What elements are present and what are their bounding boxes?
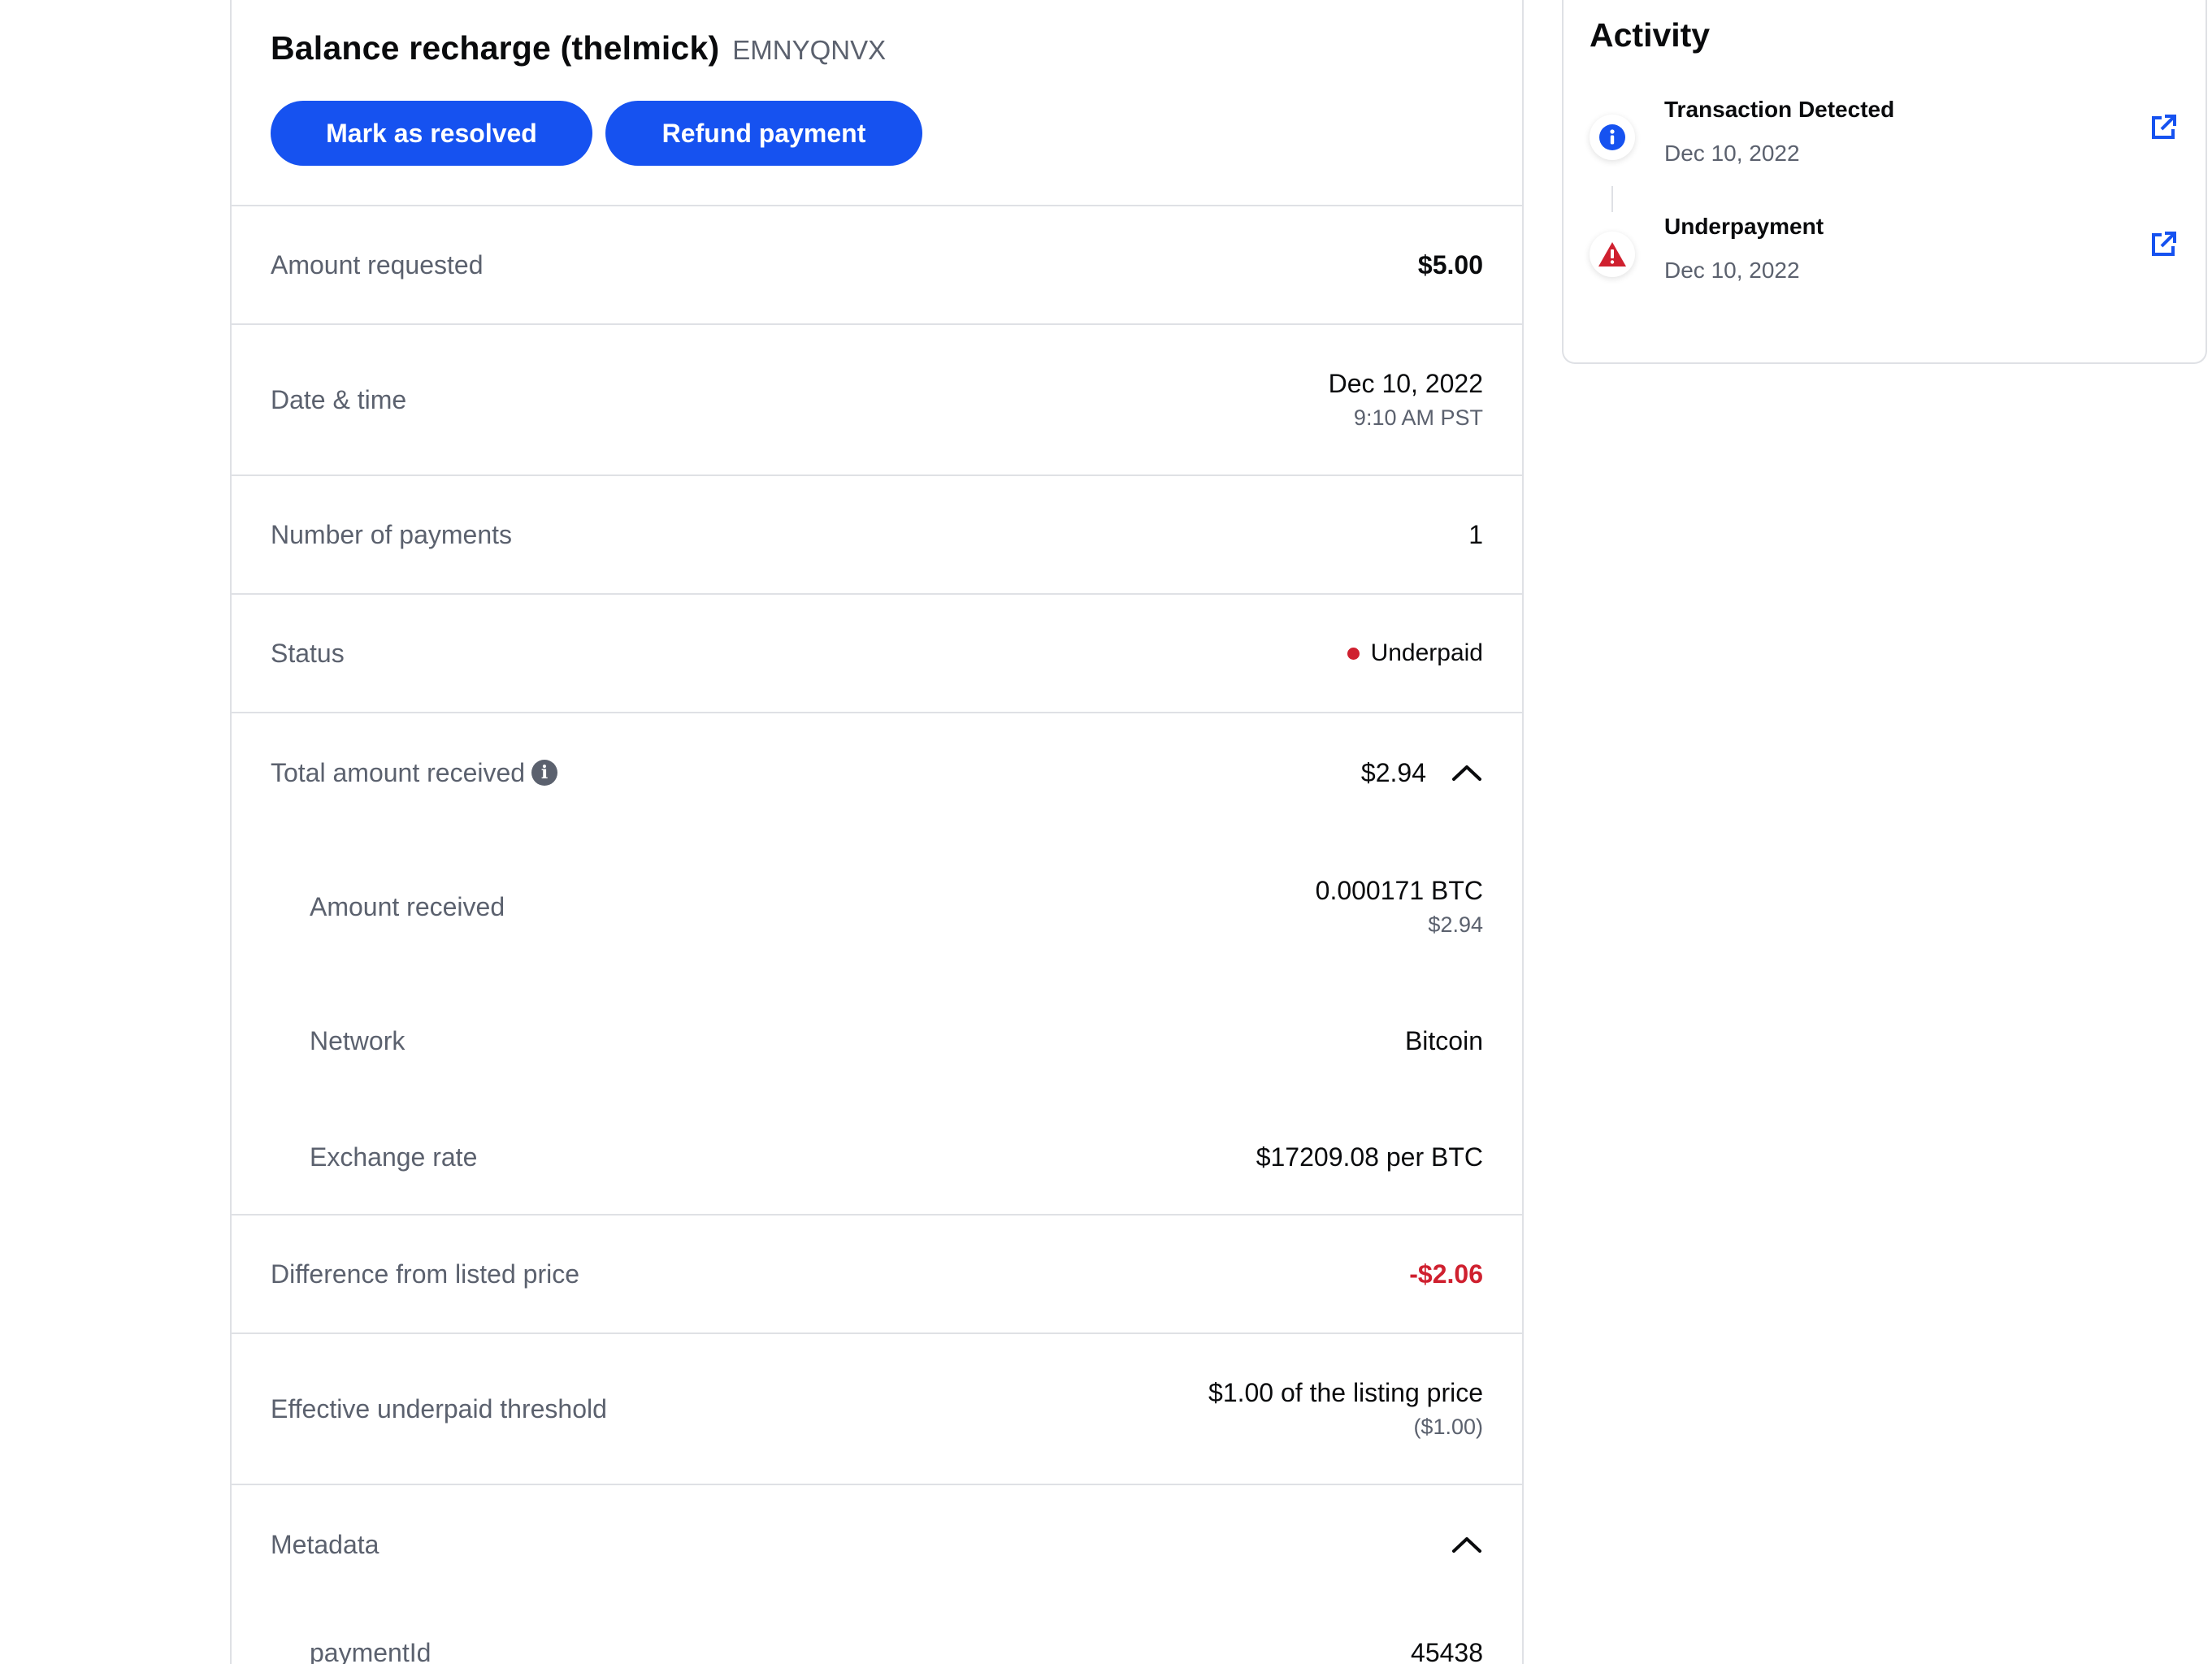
network-row: Network Bitcoin — [232, 982, 1522, 1100]
number-of-payments-value: 1 — [1468, 519, 1483, 549]
activity-name: Transaction Detected — [1664, 97, 1895, 122]
total-received-group: Total amount received i $2.94 Amount rec… — [232, 713, 1522, 1216]
threshold-label: Effective underpaid threshold — [271, 1393, 607, 1424]
title-row: Balance recharge (thelmick) EMNYQNVX — [271, 29, 1483, 75]
payment-details-panel: Balance recharge (thelmick) EMNYQNVX Mar… — [230, 0, 1524, 1664]
page-title: Balance recharge (thelmick) — [271, 29, 720, 67]
date-time-value: Dec 10, 2022 9:10 AM PST — [1329, 369, 1483, 431]
amount-received-value: 0.000171 BTC — [1315, 876, 1483, 905]
status-dot-icon — [1347, 647, 1360, 660]
status-label: Status — [271, 638, 345, 668]
threshold-value: $1.00 of the listing price — [1208, 1378, 1483, 1407]
amount-requested-row: Amount requested $5.00 — [232, 206, 1522, 325]
metadata-key: paymentId — [310, 1637, 432, 1664]
activity-item: Underpayment Dec 10, 2022 — [1590, 212, 2179, 329]
timeline-connector — [1611, 186, 1613, 212]
date-value: Dec 10, 2022 — [1328, 369, 1483, 398]
activity-date: Dec 10, 2022 — [1664, 141, 1800, 166]
amount-requested-label: Amount requested — [271, 249, 484, 280]
action-buttons: Mark as resolved Refund payment — [271, 101, 1483, 166]
status-badge: Underpaid — [1347, 639, 1483, 667]
activity-panel: Activity Transaction Detected Dec 10, 20… — [1562, 0, 2207, 364]
metadata-header[interactable]: Metadata — [232, 1485, 1522, 1604]
number-of-payments-row: Number of payments 1 — [232, 476, 1522, 595]
activity-text: Transaction Detected Dec 10, 2022 — [1664, 95, 2147, 167]
network-label: Network — [310, 1025, 406, 1055]
date-time-label: Date & time — [271, 384, 407, 414]
activity-date: Dec 10, 2022 — [1664, 258, 1800, 283]
external-link-icon[interactable] — [2147, 228, 2179, 261]
amount-received-label: Amount received — [310, 891, 505, 921]
metadata-value: 45438 — [1411, 1637, 1483, 1664]
difference-row: Difference from listed price -$2.06 — [232, 1216, 1522, 1334]
chevron-up-icon[interactable] — [1451, 1535, 1483, 1554]
difference-value: -$2.06 — [1409, 1259, 1483, 1289]
info-icon[interactable]: i — [531, 760, 558, 786]
metadata-label: Metadata — [271, 1529, 380, 1559]
refund-payment-button[interactable]: Refund payment — [605, 101, 922, 166]
warning-icon — [1590, 232, 1635, 277]
difference-label: Difference from listed price — [271, 1259, 579, 1289]
date-time-row: Date & time Dec 10, 2022 9:10 AM PST — [232, 325, 1522, 476]
amount-received-value-wrap: 0.000171 BTC $2.94 — [1316, 876, 1483, 938]
total-received-right: $2.94 — [1361, 758, 1483, 788]
activity-title: Activity — [1590, 16, 1711, 54]
activity-item: Transaction Detected Dec 10, 2022 — [1590, 95, 2179, 212]
amount-requested-value: $5.00 — [1417, 249, 1483, 280]
amount-received-row: Amount received 0.000171 BTC $2.94 — [232, 832, 1522, 982]
payment-code: EMNYQNVX — [732, 35, 887, 65]
page: Balance recharge (thelmick) EMNYQNVX Mar… — [0, 0, 2212, 1664]
metadata-row: paymentId 45438 — [232, 1604, 1522, 1664]
exchange-rate-row: Exchange rate $17209.08 per BTC — [232, 1100, 1522, 1214]
number-of-payments-label: Number of payments — [271, 519, 513, 549]
exchange-rate-value: $17209.08 per BTC — [1256, 1142, 1483, 1172]
activity-name: Underpayment — [1664, 214, 1824, 239]
threshold-row: Effective underpaid threshold $1.00 of t… — [232, 1334, 1522, 1485]
panel-header: Balance recharge (thelmick) EMNYQNVX Mar… — [232, 0, 1522, 206]
info-icon — [1590, 115, 1635, 160]
total-received-label-wrap: Total amount received i — [271, 757, 558, 788]
threshold-value-wrap: $1.00 of the listing price ($1.00) — [1208, 1378, 1483, 1440]
external-link-icon[interactable] — [2147, 111, 2179, 144]
mark-as-resolved-button[interactable]: Mark as resolved — [271, 101, 592, 166]
metadata-group: Metadata paymentId 45438 — [232, 1485, 1522, 1664]
amount-received-usd: $2.94 — [1428, 912, 1483, 937]
status-row: Status Underpaid — [232, 595, 1522, 713]
time-value: 9:10 AM PST — [1353, 405, 1483, 430]
status-value: Underpaid — [1370, 639, 1483, 666]
total-received-header[interactable]: Total amount received i $2.94 — [232, 713, 1522, 832]
chevron-up-icon[interactable] — [1451, 763, 1483, 782]
total-received-label: Total amount received — [271, 757, 526, 787]
network-value: Bitcoin — [1404, 1025, 1483, 1055]
exchange-rate-label: Exchange rate — [310, 1142, 478, 1172]
total-received-value: $2.94 — [1360, 757, 1426, 787]
activity-text: Underpayment Dec 10, 2022 — [1664, 212, 2147, 284]
threshold-sub: ($1.00) — [1413, 1415, 1483, 1439]
